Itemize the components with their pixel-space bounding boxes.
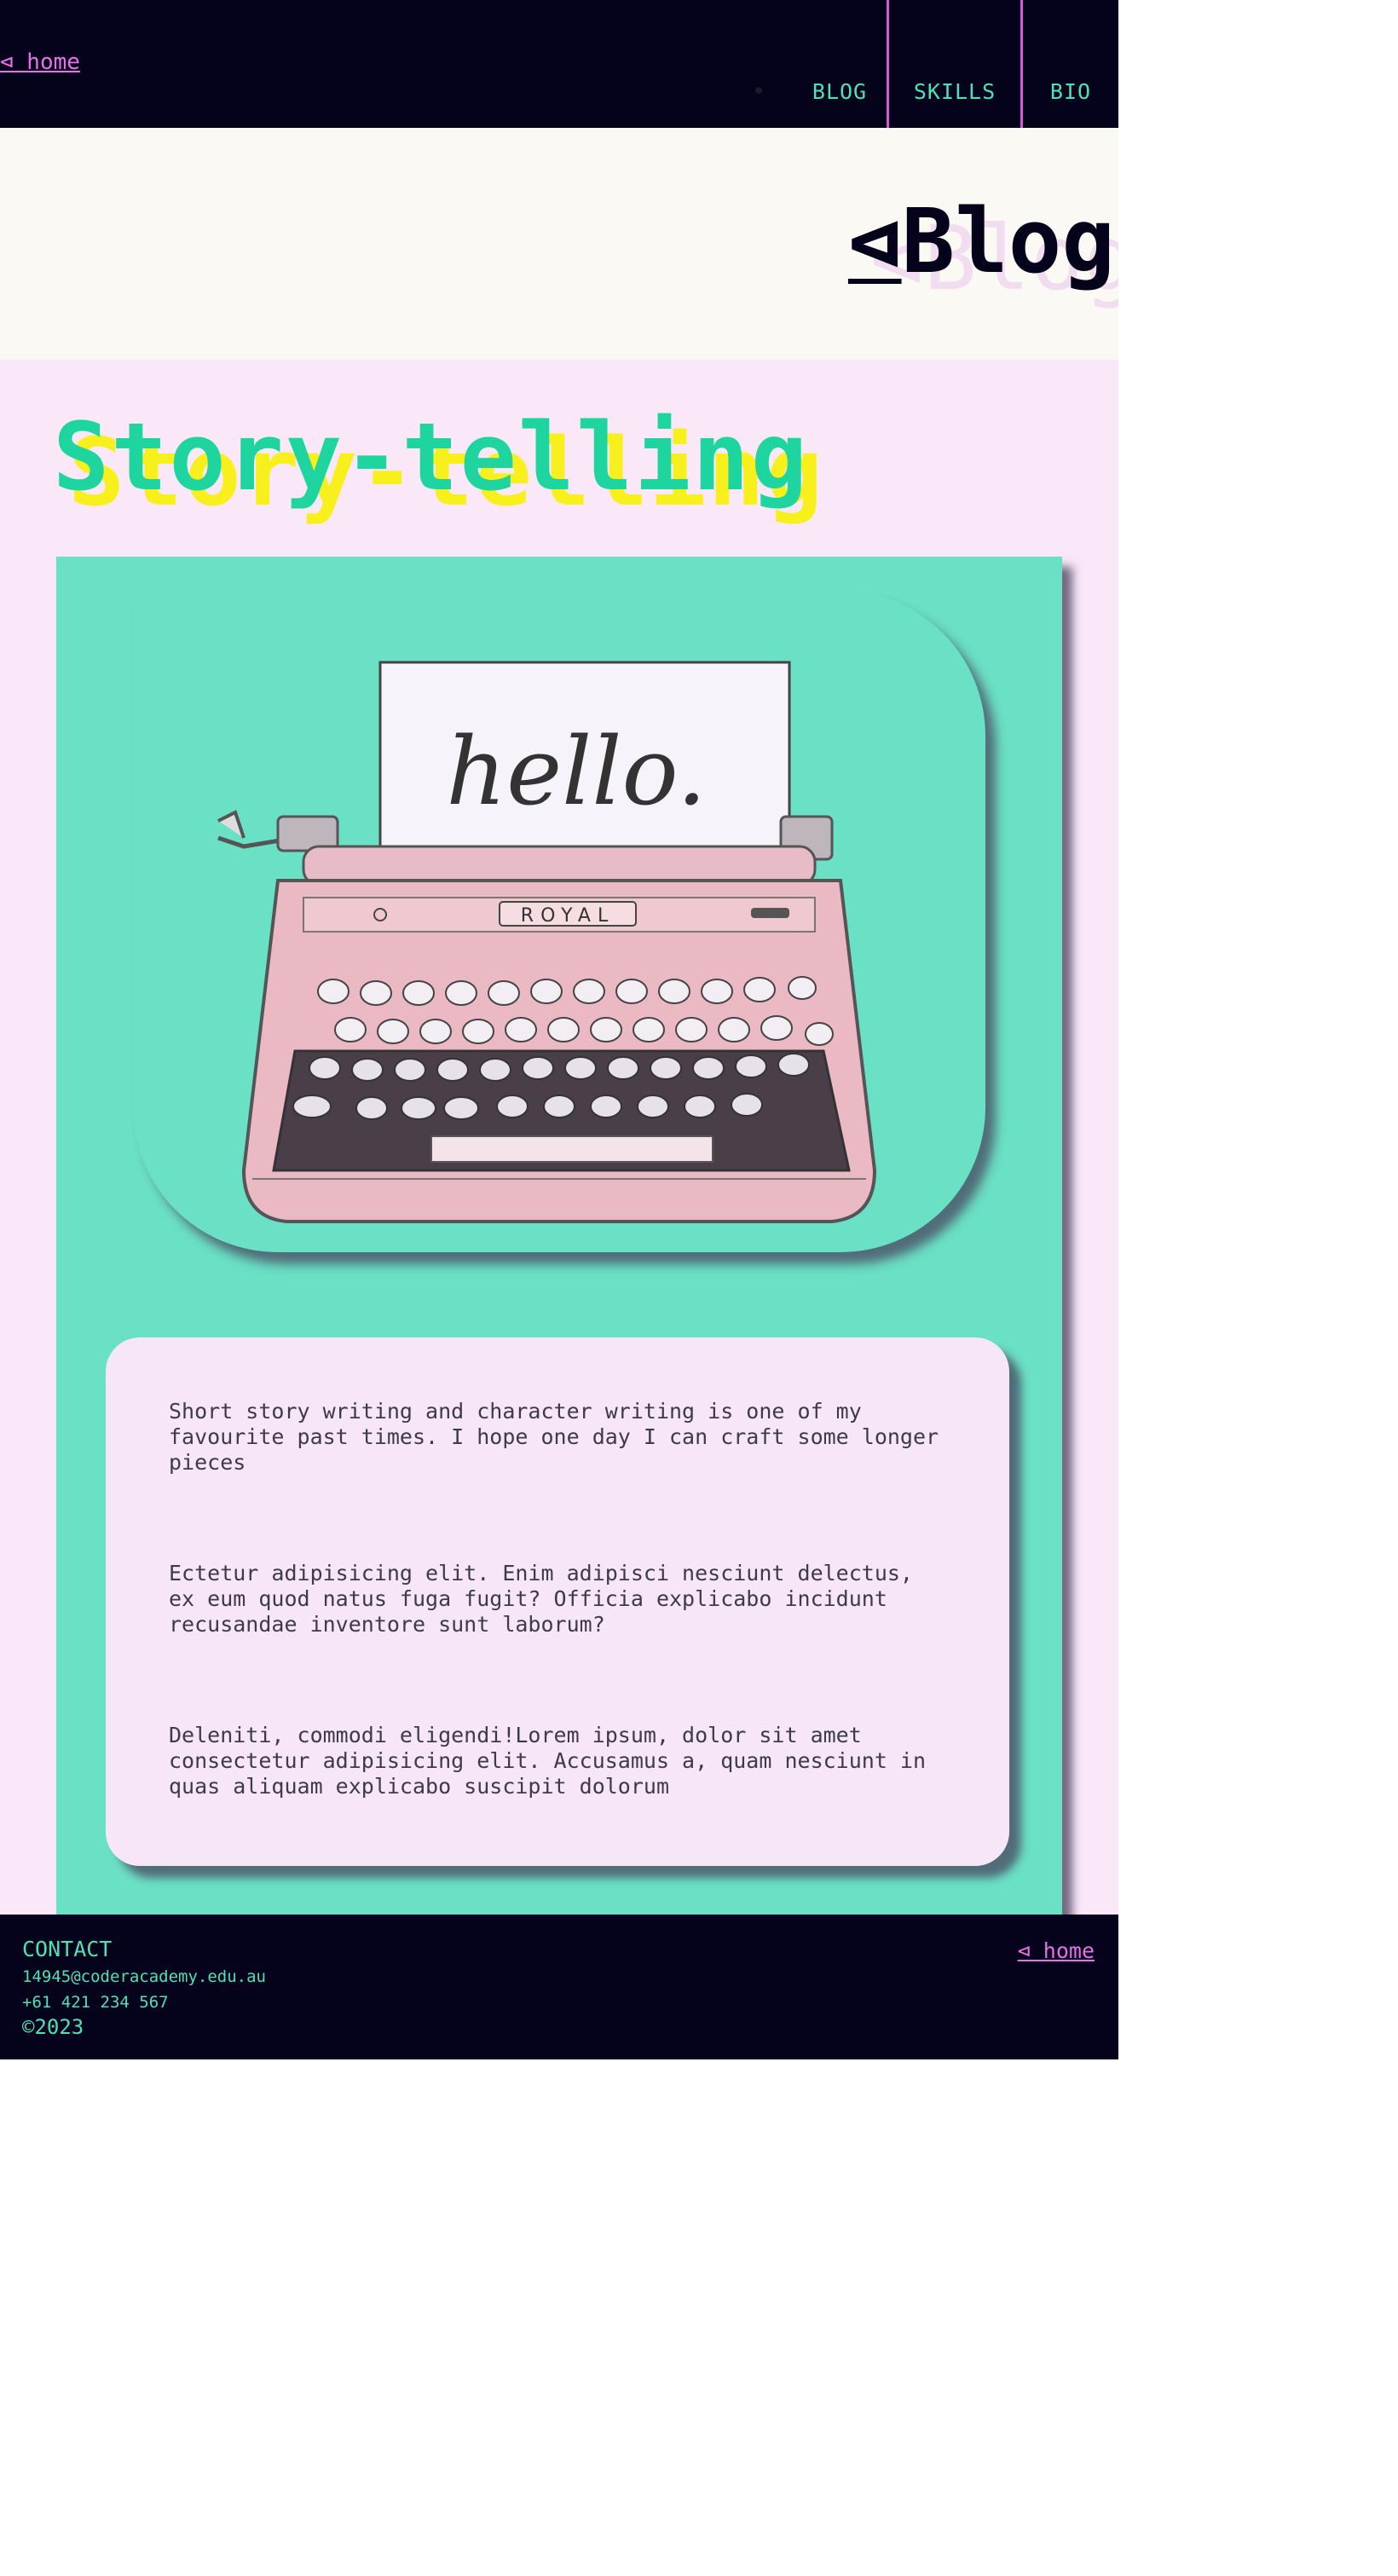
- nav-link-bio[interactable]: BIO: [1023, 0, 1118, 128]
- page-title: ⊲Blog: [848, 189, 1115, 293]
- page: ⊲ home BLOG SKILLS BIO ⊲Blog ⊲Blog Story…: [0, 0, 1398, 2576]
- typewriter-image: hello. ROYAL: [133, 591, 985, 1252]
- footer-copyright: ©2023: [22, 2015, 84, 2039]
- article-paragraph: Ectetur adipisicing elit. Enim adipisci …: [169, 1561, 913, 1637]
- nav-link-skills[interactable]: SKILLS: [887, 0, 1023, 128]
- footer-home-link[interactable]: ⊲ home: [1018, 1938, 1095, 1963]
- blog-banner: ⊲Blog ⊲Blog: [0, 128, 1118, 360]
- footer-phone[interactable]: +61 421 234 567: [22, 1993, 169, 2012]
- article-paragraph: Deleniti, commodi eligendi!Lorem ipsum, …: [169, 1723, 927, 1799]
- article-text-panel: Short story writing and character writin…: [106, 1337, 1009, 1866]
- article-card: hello. ROYAL Short story writing and cha…: [56, 557, 1062, 1915]
- paper-hello-text: hello.: [446, 717, 707, 826]
- triangle-icon: ⊲: [847, 189, 902, 293]
- typewriter-illustration-icon: hello. ROYAL: [217, 661, 877, 1223]
- typewriter-brand-text: ROYAL: [521, 905, 615, 927]
- article-paragraph: Short story writing and character writin…: [169, 1399, 939, 1475]
- footer: CONTACT 14945@coderacademy.edu.au +61 42…: [0, 1915, 1118, 2059]
- page-title-text: Blog: [901, 189, 1115, 293]
- article-title: Story-telling: [53, 402, 809, 511]
- footer-contact-heading: CONTACT: [22, 1937, 113, 1961]
- nav-link-blog[interactable]: BLOG: [793, 0, 887, 128]
- main-content: Story-telling Story-telling hello. ROYAL…: [0, 360, 1118, 1915]
- footer-email[interactable]: 14945@coderacademy.edu.au: [22, 1967, 266, 1986]
- nav-dot: [755, 87, 762, 94]
- top-nav: ⊲ home BLOG SKILLS BIO: [0, 0, 1118, 128]
- home-link[interactable]: ⊲ home: [0, 49, 80, 75]
